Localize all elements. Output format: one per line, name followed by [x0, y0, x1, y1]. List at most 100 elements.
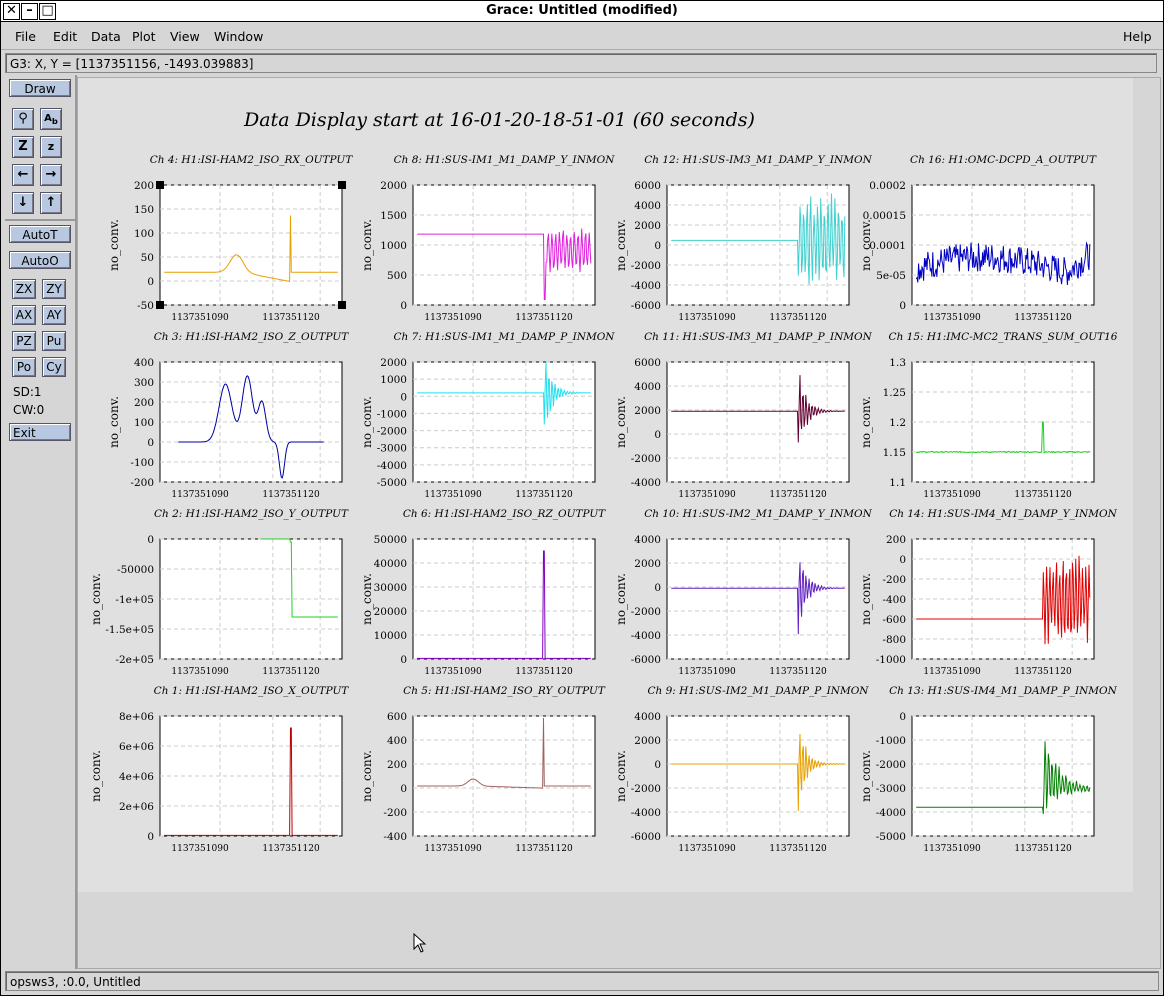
plot-panel[interactable]: Ch 16: H1:OMC-DCPD_A_OUTPUT 0.0002 0.0001 5… [859, 154, 1097, 323]
divider [5, 219, 75, 221]
exit-button[interactable]: Exit [9, 423, 71, 441]
y-tick-label: 1.3 [889, 357, 906, 369]
y-tick-label: 100 [134, 417, 154, 429]
plot-panel[interactable]: Ch 13: H1:SUS-IM4_M1_DAMP_P_INMON 0 -1000 -… [859, 685, 1118, 854]
text-size-icon[interactable]: Ab [40, 108, 62, 130]
plot-frame [666, 538, 850, 660]
zy-button[interactable]: ZY [42, 279, 66, 299]
y-tick-label: -4000 [377, 460, 407, 472]
plot-panel[interactable]: Ch 6: H1:ISI-HAM2_ISO_RZ_OUTPUT 50000 4000… [360, 508, 606, 677]
y-tick-label: 0 [400, 654, 407, 666]
plot-title: Ch 8: H1:SUS-IM1_M1_DAMP_Y_INMON [394, 154, 616, 166]
scroll-down-icon[interactable]: ↓ [12, 192, 34, 214]
scroll-up-icon[interactable]: ↑ [40, 192, 62, 214]
y-tick-label: -6000 [631, 831, 661, 843]
plot-panel[interactable]: Ch 11: H1:SUS-IM3_M1_DAMP_P_INMON 6000 400… [614, 331, 873, 500]
y-tick-label: 2000 [380, 357, 407, 369]
autot-button[interactable]: AutoT [9, 225, 71, 243]
plot-panel[interactable]: Ch 12: H1:SUS-IM3_M1_DAMP_Y_INMON 6000 400… [614, 154, 873, 323]
sd-label: SD:1 [13, 385, 42, 399]
y-axis-label: no_conv. [107, 219, 121, 271]
y-tick-label: -1000 [377, 408, 407, 420]
plot-panel[interactable]: Ch 1: H1:ISI-HAM2_ISO_X_OUTPUT 8e+06 6e+06… [89, 685, 349, 854]
x-tick-label: 1137351090 [424, 844, 482, 854]
pz-button[interactable]: PZ [12, 331, 36, 351]
y-tick-label: 200 [387, 759, 407, 771]
y-tick-label: -400 [882, 594, 906, 606]
y-tick-label: 150 [134, 204, 154, 216]
status-bar: opsws3, :0.0, Untitled [5, 971, 1159, 991]
plot-panel[interactable]: Ch 8: H1:SUS-IM1_M1_DAMP_Y_INMON 2000 1500… [360, 154, 615, 323]
y-axis-label: no_conv. [859, 750, 873, 802]
menu-help[interactable]: Help [1123, 29, 1152, 44]
menu-plot[interactable]: Plot [132, 29, 156, 44]
y-tick-label: 0 [400, 300, 407, 312]
y-tick-label: 10000 [374, 630, 407, 642]
y-tick-label: -800 [882, 634, 906, 646]
y-tick-label: 500 [387, 270, 407, 282]
zoom-in-icon[interactable]: Z [12, 136, 34, 158]
menu-window[interactable]: Window [214, 29, 263, 44]
y-tick-label: 0 [899, 554, 906, 566]
plot-frame [159, 184, 343, 306]
y-tick-label: 0 [147, 534, 154, 546]
menu-edit[interactable]: Edit [53, 29, 77, 44]
y-tick-label: 6e+06 [119, 741, 154, 753]
plot-title: Ch 10: H1:SUS-IM2_M1_DAMP_Y_INMON [644, 508, 872, 520]
y-axis-label: no_conv. [89, 750, 103, 802]
y-tick-label: 6000 [634, 180, 661, 192]
y-axis-label: no_conv. [107, 396, 121, 448]
y-tick-label: -200 [882, 574, 906, 586]
plot-panel[interactable]: Ch 14: H1:SUS-IM4_M1_DAMP_Y_INMON 200 0 -20… [859, 508, 1118, 677]
zoom-icon[interactable]: ⚲ [12, 108, 34, 130]
plot-panel[interactable]: Ch 9: H1:SUS-IM2_M1_DAMP_P_INMON 4000 2000… [614, 685, 869, 854]
x-tick-label: 1137351090 [678, 844, 736, 854]
po-button[interactable]: Po [12, 357, 36, 377]
plot-panel[interactable]: Ch 15: H1:IMC-MC2_TRANS_SUM_OUT16 1.3 1.25… [859, 331, 1118, 500]
selection-handle[interactable] [156, 301, 164, 309]
y-tick-label: -200 [383, 807, 407, 819]
selection-handle[interactable] [156, 181, 164, 189]
menu-file[interactable]: File [15, 29, 36, 44]
x-tick-label: 1137351090 [424, 313, 482, 323]
selection-handle[interactable] [338, 181, 346, 189]
x-tick-label: 1137351120 [262, 844, 320, 854]
scroll-right-icon[interactable]: → [40, 164, 62, 186]
plot-frame [666, 715, 850, 837]
plot-panel[interactable]: Ch 7: H1:SUS-IM1_M1_DAMP_P_INMON 2000 1000… [360, 331, 615, 500]
autoo-button[interactable]: AutoO [9, 251, 71, 269]
menu-view[interactable]: View [170, 29, 200, 44]
x-tick-label: 1137351120 [1014, 844, 1072, 854]
plot-title: Ch 11: H1:SUS-IM3_M1_DAMP_P_INMON [644, 331, 873, 343]
selection-handle[interactable] [338, 301, 346, 309]
y-tick-label: -3000 [876, 783, 906, 795]
plot-panel[interactable]: Ch 4: H1:ISI-HAM2_ISO_RX_OUTPUT 200 150 100… [107, 154, 353, 323]
plot-panel[interactable]: Ch 2: H1:ISI-HAM2_ISO_Y_OUTPUT 0 -50000 -1e… [89, 508, 349, 677]
plot-panel[interactable]: Ch 3: H1:ISI-HAM2_ISO_Z_OUTPUT 400 300 200 1… [107, 331, 349, 500]
ax-button[interactable]: AX [12, 305, 36, 325]
graph-canvas[interactable]: Data Display start at 16-01-20-18-51-01 … [77, 77, 1161, 969]
y-tick-label: 2000 [634, 558, 661, 570]
plot-panel[interactable]: Ch 5: H1:ISI-HAM2_ISO_RY_OUTPUT 600 400 200… [360, 685, 606, 854]
zoom-out-icon[interactable]: z [40, 136, 62, 158]
plot-title: Ch 4: H1:ISI-HAM2_ISO_RX_OUTPUT [150, 154, 354, 166]
y-tick-label: -2000 [876, 759, 906, 771]
x-tick-label: 1137351090 [923, 490, 981, 500]
y-tick-label: 0 [147, 831, 154, 843]
y-tick-label: 600 [387, 711, 407, 723]
plot-panel[interactable]: Ch 10: H1:SUS-IM2_M1_DAMP_Y_INMON 4000 200… [614, 508, 873, 677]
pu-button[interactable]: Pu [42, 331, 66, 351]
draw-button[interactable]: Draw [9, 79, 71, 97]
menu-bar: File Edit Data Plot View Window Help [1, 23, 1163, 50]
y-axis-label: no_conv. [360, 750, 374, 802]
plot-svg[interactable]: Data Display start at 16-01-20-18-51-01 … [78, 78, 1133, 892]
y-tick-label: -4000 [631, 477, 661, 489]
y-tick-label: 1.25 [883, 387, 906, 399]
ay-button[interactable]: AY [42, 305, 66, 325]
x-tick-label: 1137351090 [171, 844, 229, 854]
x-tick-label: 1137351120 [769, 313, 827, 323]
cy-button[interactable]: Cy [42, 357, 66, 377]
menu-data[interactable]: Data [91, 29, 121, 44]
zx-button[interactable]: ZX [12, 279, 36, 299]
scroll-left-icon[interactable]: ← [12, 164, 34, 186]
